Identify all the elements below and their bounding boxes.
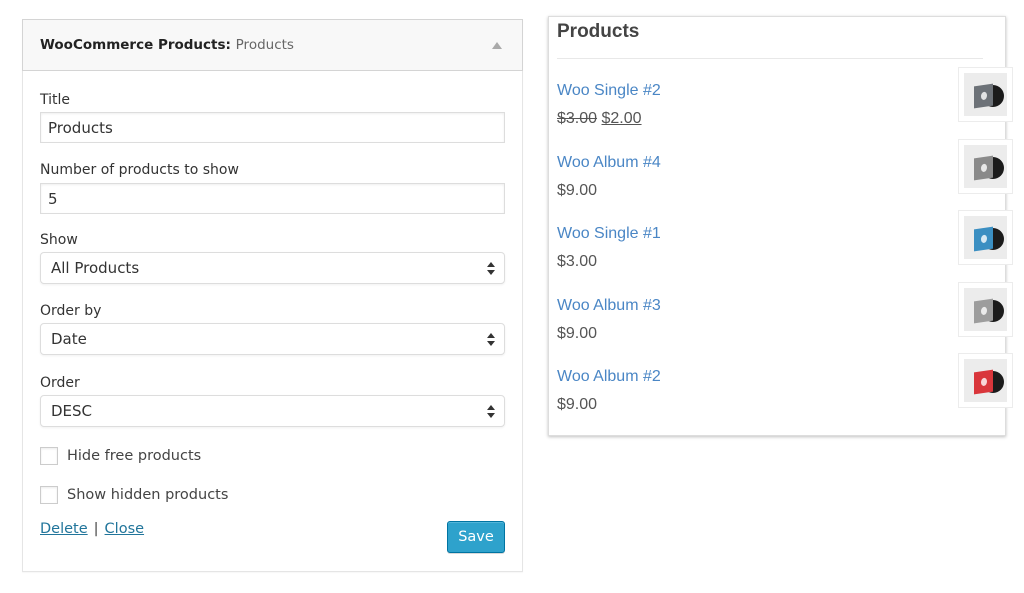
product-price: $3.00 $2.00 <box>557 110 642 128</box>
order-by-select[interactable]: Date <box>40 323 505 355</box>
product-thumbnail[interactable] <box>958 67 1013 122</box>
select-arrows-icon <box>487 333 495 347</box>
delete-link[interactable]: Delete <box>40 521 88 537</box>
show-hidden-products-row: Show hidden products <box>40 486 228 504</box>
products-widget-preview: Products Woo Single #2 $3.00 $2.00 Woo A… <box>548 16 1013 436</box>
product-item: Woo Single #2 $3.00 $2.00 <box>557 67 1013 142</box>
collapse-arrow-icon[interactable] <box>492 42 502 49</box>
number-of-products-input[interactable] <box>40 183 505 214</box>
regular-price: $3.00 <box>557 110 598 127</box>
product-thumbnail[interactable] <box>958 139 1013 194</box>
product-price: $9.00 <box>557 325 598 342</box>
order-select[interactable]: DESC <box>40 395 505 427</box>
widget-title: WooCommerce Products: Products <box>40 37 294 53</box>
sale-price: $2.00 <box>601 110 642 127</box>
product-link[interactable]: Woo Album #3 <box>557 297 661 315</box>
product-price: $3.00 <box>557 253 598 270</box>
widget-title-instance: Products <box>235 37 294 53</box>
select-arrows-icon <box>487 405 495 419</box>
vinyl-record-icon <box>964 359 1007 402</box>
show-hidden-products-checkbox[interactable] <box>40 486 58 504</box>
product-thumbnail[interactable] <box>958 353 1013 408</box>
vinyl-record-icon <box>964 73 1007 116</box>
save-button[interactable]: Save <box>447 521 505 553</box>
show-select[interactable]: All Products <box>40 252 505 284</box>
product-thumbnail[interactable] <box>958 282 1013 337</box>
show-label: Show <box>40 232 78 248</box>
preview-title: Products <box>557 21 640 42</box>
order-select-value: DESC <box>51 402 93 420</box>
close-link[interactable]: Close <box>105 521 145 537</box>
number-of-products-label: Number of products to show <box>40 162 239 178</box>
product-link[interactable]: Woo Single #2 <box>557 82 661 100</box>
order-by-label: Order by <box>40 303 102 319</box>
product-item: Woo Album #3 $9.00 <box>557 282 1013 357</box>
vinyl-record-icon <box>964 288 1007 331</box>
product-item: Woo Single #1 $3.00 <box>557 210 1013 285</box>
widget-title-separator: : <box>225 37 231 53</box>
show-select-value: All Products <box>51 259 140 277</box>
divider <box>557 58 983 59</box>
vinyl-record-icon <box>964 145 1007 188</box>
title-input[interactable] <box>40 112 505 143</box>
widget-control-actions: Delete | Close <box>40 521 144 537</box>
product-thumbnail[interactable] <box>958 210 1013 265</box>
hide-free-products-checkbox[interactable] <box>40 447 58 465</box>
order-label: Order <box>40 375 80 391</box>
order-by-select-value: Date <box>51 330 87 348</box>
show-hidden-products-label[interactable]: Show hidden products <box>67 487 228 503</box>
product-item: Woo Album #2 $9.00 <box>557 353 1013 428</box>
product-link[interactable]: Woo Album #2 <box>557 368 661 386</box>
widget-title-prefix: WooCommerce Products <box>40 37 226 53</box>
product-price: $9.00 <box>557 396 598 413</box>
product-item: Woo Album #4 $9.00 <box>557 139 1013 214</box>
product-link[interactable]: Woo Single #1 <box>557 225 661 243</box>
widget-header[interactable]: WooCommerce Products: Products <box>22 19 523 71</box>
widget-settings-panel: WooCommerce Products: Products Title Num… <box>22 19 523 572</box>
title-label: Title <box>40 92 71 108</box>
product-price: $9.00 <box>557 182 598 199</box>
select-arrows-icon <box>487 262 495 276</box>
product-link[interactable]: Woo Album #4 <box>557 154 661 172</box>
actions-separator: | <box>93 521 99 537</box>
vinyl-record-icon <box>964 216 1007 259</box>
hide-free-products-label[interactable]: Hide free products <box>67 448 201 464</box>
hide-free-products-row: Hide free products <box>40 447 201 465</box>
